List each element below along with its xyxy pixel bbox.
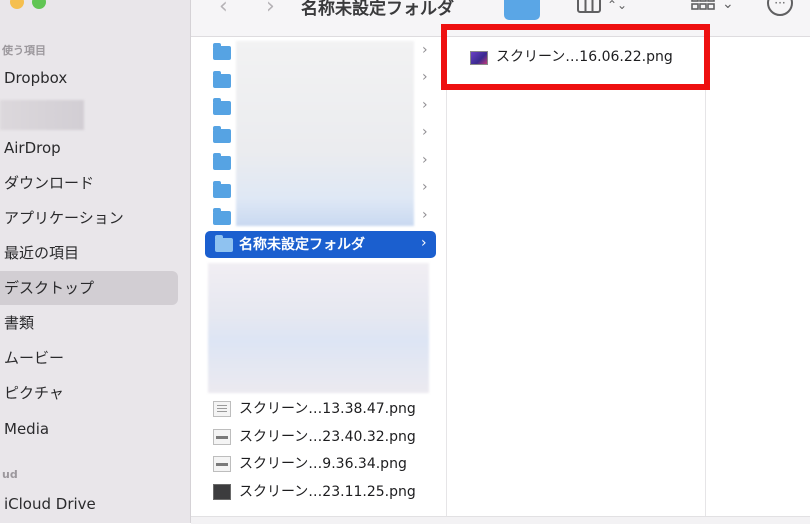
chevron-right-icon: › (422, 42, 428, 58)
view-options-chevron-icon[interactable]: ⌃⌄ (607, 0, 627, 12)
zoom-button[interactable] (32, 0, 46, 9)
file-row[interactable]: スクリーン…9.36.34.png (213, 454, 433, 476)
browser-column-2: スクリーン…16.06.22.png (447, 37, 706, 523)
file-name: スクリーン…9.36.34.png (239, 456, 407, 472)
folder-icon[interactable] (213, 126, 231, 143)
image-file-icon (213, 484, 231, 500)
sidebar: 使う項目 Dropbox AirDrop ダウンロード アプリケーション 最近の… (0, 0, 191, 523)
sidebar-item-movies[interactable]: ムービー (4, 348, 64, 368)
file-name: スクリーン…13.38.47.png (239, 401, 416, 417)
sidebar-item-desktop[interactable]: デスクトップ (4, 278, 94, 298)
image-file-icon (213, 456, 231, 472)
sidebar-item-recents[interactable]: 最近の項目 (4, 243, 79, 263)
red-highlight-annotation (441, 24, 710, 90)
chevron-right-icon: › (422, 97, 428, 113)
folder-icon[interactable] (213, 181, 231, 198)
redacted-folder-names (236, 41, 414, 226)
selected-folder-row[interactable]: 名称未設定フォルダ › (205, 231, 436, 258)
sidebar-item-airdrop[interactable]: AirDrop (4, 138, 61, 158)
file-row[interactable]: スクリーン…23.11.25.png (213, 482, 433, 504)
folder-icon (215, 235, 233, 252)
minimize-button[interactable] (10, 0, 24, 9)
folder-icon[interactable] (213, 153, 231, 170)
selected-folder-label: 名称未設定フォルダ (239, 237, 365, 253)
grid-view-icon-svg (691, 0, 715, 10)
column-view-icon-svg (577, 0, 601, 13)
chevron-right-icon: › (422, 207, 428, 223)
sidebar-item-redacted[interactable] (0, 100, 84, 130)
back-button[interactable]: ‹ (219, 0, 228, 19)
image-file-icon (213, 401, 231, 417)
image-file-icon (213, 429, 231, 445)
sidebar-item-dropbox[interactable]: Dropbox (4, 68, 67, 88)
browser-column-1: › › › › › › › 名称未設定フォルダ › スクリーン…13.38.47… (191, 37, 447, 523)
sidebar-item-documents[interactable]: 書類 (4, 313, 34, 333)
folder-icon[interactable] (213, 98, 231, 115)
group-chevron-icon[interactable]: ⌄ (722, 0, 734, 12)
column-view-icon[interactable] (577, 0, 601, 19)
finder-window: 使う項目 Dropbox AirDrop ダウンロード アプリケーション 最近の… (0, 0, 810, 524)
file-row[interactable]: スクリーン…13.38.47.png (213, 399, 433, 421)
sidebar-item-pictures[interactable]: ピクチャ (4, 383, 64, 403)
sidebar-item-media[interactable]: Media (4, 419, 49, 439)
file-name: スクリーン…23.11.25.png (239, 484, 416, 500)
window-title: 名称未設定フォルダ (301, 0, 454, 19)
forward-button[interactable]: › (266, 0, 275, 19)
chevron-right-icon: › (422, 179, 428, 195)
folder-icon[interactable] (213, 71, 231, 88)
more-actions-icon[interactable]: ··· (767, 0, 793, 16)
file-name: スクリーン…23.40.32.png (239, 429, 416, 445)
grid-view-icon[interactable] (691, 0, 715, 19)
chevron-right-icon: › (422, 124, 428, 140)
file-row[interactable]: スクリーン…23.40.32.png (213, 427, 433, 449)
folder-icon[interactable] (213, 208, 231, 225)
sidebar-section-favorites: 使う項目 (2, 44, 46, 57)
sidebar-item-icloud-drive[interactable]: iCloud Drive (4, 494, 96, 514)
sidebar-item-applications[interactable]: アプリケーション (4, 208, 124, 228)
chevron-right-icon: › (421, 235, 427, 251)
sidebar-item-downloads[interactable]: ダウンロード (4, 173, 94, 193)
chevron-right-icon: › (422, 69, 428, 85)
folder-icon[interactable] (213, 43, 231, 60)
chevron-right-icon: › (422, 152, 428, 168)
sidebar-section-icloud: ud (2, 468, 18, 481)
folder-proxy-icon[interactable] (504, 0, 540, 20)
redacted-file-thumbnails (208, 263, 429, 393)
